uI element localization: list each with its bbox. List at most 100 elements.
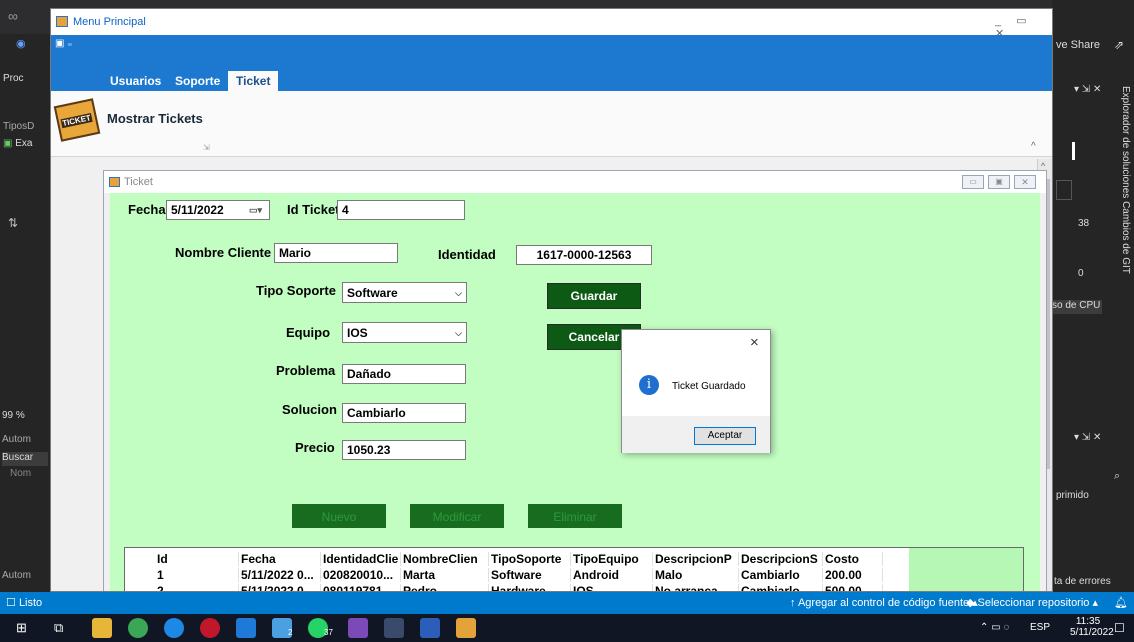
table-cell[interactable]: 500.00: [823, 584, 883, 591]
equipo-select[interactable]: IOS ⌵: [342, 322, 467, 343]
error-list-tab[interactable]: ta de errores: [1054, 576, 1111, 587]
tipo-soporte-select[interactable]: Software ⌵: [342, 282, 467, 303]
eliminar-button[interactable]: Eliminar: [528, 504, 622, 528]
table-cell[interactable]: 2: [155, 584, 239, 591]
table-cell[interactable]: Pedro: [401, 584, 489, 591]
dialog-launcher-icon[interactable]: ⇲: [203, 143, 210, 152]
language-indicator[interactable]: ESP: [1030, 622, 1050, 633]
vs-exa-label: Exa: [15, 138, 33, 149]
table-cell[interactable]: Hardware: [489, 584, 571, 591]
table-cell[interactable]: 5/11/2022 0...: [239, 568, 321, 582]
ribbon-collapse-icon[interactable]: ^: [1031, 141, 1036, 152]
column-header[interactable]: Costo: [823, 552, 883, 566]
ticket-icon: TICKET: [53, 98, 101, 142]
aceptar-button[interactable]: Aceptar: [694, 427, 756, 445]
nombre-cliente-input[interactable]: Mario: [274, 243, 398, 263]
table-cell[interactable]: 5/11/2022 0...: [239, 584, 321, 591]
table-cell[interactable]: Android: [571, 568, 653, 582]
table-cell[interactable]: IOS: [571, 584, 653, 591]
cpu-usage-tab[interactable]: so de CPU: [1052, 300, 1102, 314]
calendar-dropdown-icon[interactable]: ▭▾: [249, 203, 262, 217]
precio-label: Precio: [295, 440, 335, 455]
fecha-datepicker[interactable]: 5/11/2022 ▭▾: [166, 200, 270, 220]
quick-access-icon[interactable]: ▣ ₌: [55, 38, 73, 49]
windows-start-icon[interactable]: ⊞: [16, 620, 27, 636]
modificar-button[interactable]: Modificar: [410, 504, 504, 528]
show-tickets-button[interactable]: TICKET Mostrar Tickets: [53, 98, 217, 142]
column-header[interactable]: DescripcionS: [739, 552, 823, 566]
search-icon[interactable]: ⌕: [1114, 470, 1120, 483]
tickets-data-grid[interactable]: Id Fecha IdentidadClie NombreClien TipoSopor…: [124, 547, 1024, 591]
vs-tipos-tab[interactable]: TiposD: [3, 121, 34, 132]
nuevo-button[interactable]: Nuevo: [292, 504, 386, 528]
column-header[interactable]: TipoSoporte: [489, 552, 571, 566]
grid-header-row: Id Fecha IdentidadClie NombreClien TipoSopor…: [125, 552, 910, 566]
table-row[interactable]: 1 5/11/2022 0... 020820010... Marta Software…: [125, 568, 910, 582]
table-cell[interactable]: 080119781...: [321, 584, 401, 591]
app-icon[interactable]: [384, 618, 404, 638]
vs-buscar-box[interactable]: Buscar: [2, 452, 48, 466]
ticket-window-title: Ticket: [124, 176, 153, 188]
ticket-window-titlebar[interactable]: Ticket ▭ ▣ ✕: [104, 171, 1046, 193]
select-repo-button[interactable]: ◆ Seleccionar repositorio ▴: [966, 596, 1098, 609]
table-cell[interactable]: 1: [155, 568, 239, 582]
table-cell[interactable]: Cambiarlo: [739, 584, 823, 591]
column-header[interactable]: DescripcionP: [653, 552, 739, 566]
table-cell[interactable]: Malo: [653, 568, 739, 582]
identidad-label: Identidad: [438, 247, 496, 262]
close-icon[interactable]: ×: [750, 334, 759, 351]
message-box-footer: Aceptar: [622, 416, 770, 453]
vscode-icon[interactable]: [236, 618, 256, 638]
panel2-pin-icon[interactable]: ▾ ⇲ ✕: [1074, 432, 1101, 443]
problema-input[interactable]: Dañado: [342, 364, 466, 384]
panel-pin-icon[interactable]: ▾ ⇲ ✕: [1074, 84, 1101, 95]
precio-input[interactable]: 1050.23: [342, 440, 466, 460]
sort-icon[interactable]: ⇅: [8, 216, 18, 230]
solution-explorer-tab[interactable]: Explorador de soluciones Cambios de GIT: [1120, 86, 1131, 274]
live-share-icon[interactable]: ⇗: [1114, 38, 1124, 52]
column-header[interactable]: TipoEquipo: [571, 552, 653, 566]
edge-icon[interactable]: [164, 618, 184, 638]
id-ticket-input[interactable]: 4: [337, 200, 465, 220]
message-text: Ticket Guardado: [672, 381, 746, 392]
chrome-icon[interactable]: [128, 618, 148, 638]
task-view-icon[interactable]: ⧉: [54, 620, 63, 636]
main-window-titlebar[interactable]: Menu Principal _ ▭ ✕: [51, 9, 1052, 40]
column-header[interactable]: IdentidadClie: [321, 552, 401, 566]
solucion-input[interactable]: Cambiarlo: [342, 403, 466, 423]
visual-studio-icon[interactable]: [348, 618, 368, 638]
table-cell[interactable]: Software: [489, 568, 571, 582]
action-center-icon[interactable]: ☐: [1114, 621, 1125, 635]
tab-soporte[interactable]: Soporte: [167, 71, 228, 91]
tab-ticket[interactable]: Ticket: [228, 71, 279, 91]
notifications-icon[interactable]: 🔔︎: [1114, 596, 1128, 609]
vs-exa-tab[interactable]: ▣ Exa: [3, 138, 32, 149]
column-header[interactable]: Id: [155, 552, 239, 566]
table-row[interactable]: 2 5/11/2022 0... 080119781... Pedro Hardware…: [125, 584, 910, 591]
table-cell[interactable]: 200.00: [823, 568, 883, 582]
system-tray-icons[interactable]: ⌃ ▭ ◌: [980, 622, 1009, 633]
clock[interactable]: 11:35 5/11/2022: [1070, 616, 1114, 638]
column-header[interactable]: NombreClien: [401, 552, 489, 566]
winforms-app-icon[interactable]: [456, 618, 476, 638]
maximize-icon[interactable]: ▣: [988, 175, 1010, 189]
guardar-button[interactable]: Guardar: [547, 283, 641, 309]
add-source-control-button[interactable]: ↑ Agregar al control de código fuente ▴: [790, 596, 978, 609]
column-header[interactable]: Fecha: [239, 552, 321, 566]
table-cell[interactable]: Marta: [401, 568, 489, 582]
identidad-input[interactable]: 1617-0000-12563: [516, 245, 652, 265]
nombre-cliente-label: Nombre Cliente: [175, 245, 272, 260]
table-cell[interactable]: Cambiarlo: [739, 568, 823, 582]
word-icon[interactable]: [420, 618, 440, 638]
minimize-icon[interactable]: ▭: [962, 175, 984, 189]
ticket-window-controls[interactable]: ▭ ▣ ✕: [962, 175, 1040, 189]
table-cell[interactable]: 020820010...: [321, 568, 401, 582]
tab-usuarios[interactable]: Usuarios: [102, 71, 169, 91]
vs-zoom[interactable]: 99 %: [2, 410, 25, 421]
file-explorer-icon[interactable]: [92, 618, 112, 638]
close-icon[interactable]: ✕: [1014, 175, 1036, 189]
live-share-label[interactable]: ve Share: [1056, 39, 1100, 51]
table-cell[interactable]: No arranca: [653, 584, 739, 591]
nav-back-icon[interactable]: ◉: [16, 37, 26, 50]
opera-icon[interactable]: [200, 618, 220, 638]
